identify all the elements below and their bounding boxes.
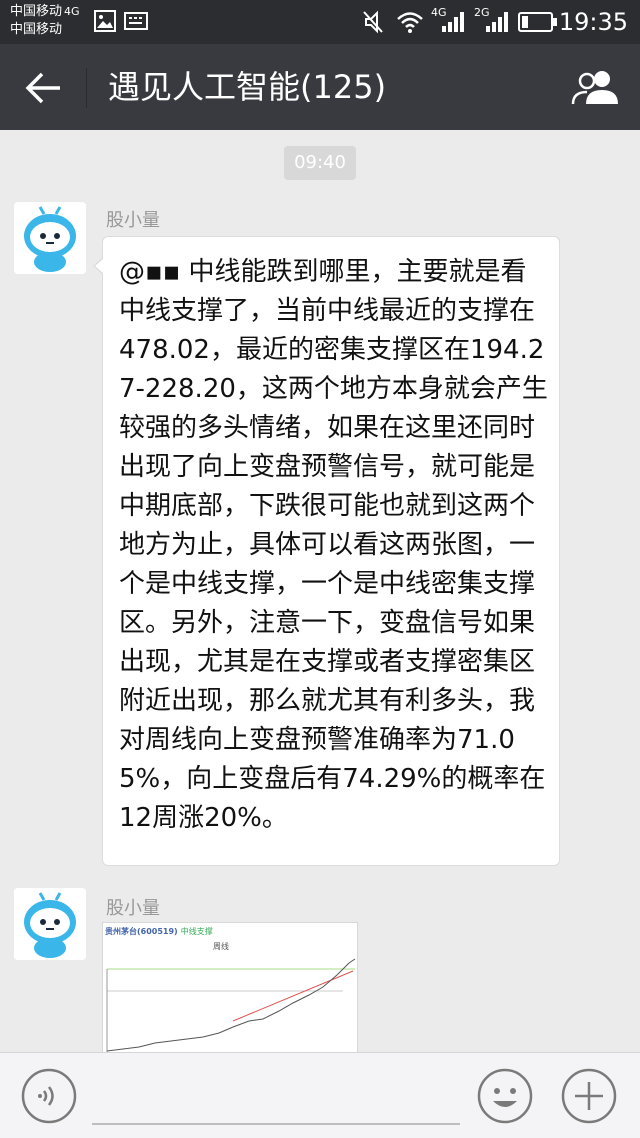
robot-avatar-icon (14, 202, 86, 274)
input-bar (0, 1052, 640, 1138)
carrier-info: 中国移动 4G 中国移动 (10, 3, 80, 39)
time-badge: 09:40 (284, 146, 356, 180)
emoji-icon[interactable] (476, 1067, 534, 1125)
carrier-2: 中国移动 (10, 22, 63, 37)
image-message[interactable]: 贵州茅台(600519) 中线支撑 周线 (102, 922, 358, 1054)
price-line (106, 958, 356, 1052)
back-arrow-icon[interactable] (24, 70, 64, 106)
chat-title: 遇见人工智能(125) (108, 68, 387, 106)
avatar[interactable] (14, 202, 86, 274)
image-tag: 中线支撑 (180, 927, 213, 936)
avatar[interactable] (14, 888, 86, 960)
title-bar: 遇见人工智能(125) (0, 44, 640, 130)
image-header: 贵州茅台(600519) 中线支撑 (105, 926, 213, 937)
wifi-icon (397, 12, 423, 33)
signal-1-icon (442, 12, 464, 32)
title-divider (86, 68, 87, 108)
sender-name: 股小量 (106, 210, 160, 231)
clock: 19:35 (558, 8, 628, 36)
gallery-icon (94, 10, 116, 32)
sender-name: 股小量 (106, 898, 160, 919)
mute-icon (363, 10, 383, 34)
image-stock-name: 贵州茅台(600519) (105, 927, 178, 936)
carrier-1-network: 4G (64, 5, 80, 18)
chart-thumbnail (106, 958, 356, 1053)
voice-icon[interactable] (20, 1067, 78, 1125)
message-input[interactable] (92, 1123, 460, 1125)
keyboard-icon (124, 12, 148, 30)
battery-icon (518, 12, 557, 32)
trend-line (232, 970, 354, 1022)
message-bubble[interactable]: @▪▪ 中线能跌到哪里，主要就是看中线支撑了，当前中线最近的支撑在478.02，… (93, 236, 560, 866)
signal-2-icon (486, 12, 508, 32)
message-text: @▪▪ 中线能跌到哪里，主要就是看中线支撑了，当前中线最近的支撑在478.02，… (119, 257, 548, 833)
carrier-1: 中国移动 (10, 4, 63, 19)
plus-icon[interactable] (560, 1067, 618, 1125)
group-members-icon[interactable] (570, 68, 622, 106)
status-bar: 中国移动 4G 中国移动 4G 2G 19:35 (0, 0, 640, 44)
robot-avatar-icon (14, 888, 86, 960)
